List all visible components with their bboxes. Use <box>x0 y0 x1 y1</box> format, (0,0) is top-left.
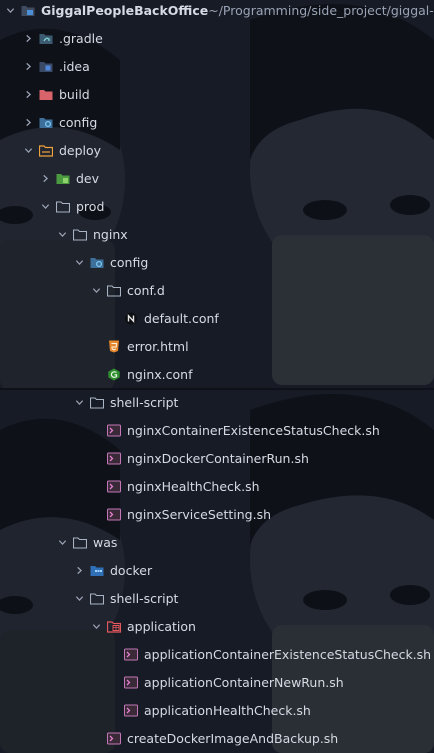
tree-item-label: applicationContainerNewRun.sh <box>144 674 344 690</box>
folder-icon <box>73 228 87 241</box>
tree-row[interactable]: docker <box>0 556 434 584</box>
tree-item-label: default.conf <box>144 310 219 326</box>
folder-icon <box>56 200 70 213</box>
chevron-right-icon[interactable] <box>40 172 50 184</box>
chevron-right-icon[interactable] <box>23 60 33 72</box>
shell-file-icon <box>124 676 138 689</box>
chevron-right-icon[interactable] <box>74 564 84 576</box>
html-file-icon <box>107 340 121 353</box>
tree-row[interactable]: build <box>0 80 434 108</box>
shell-file-icon <box>107 508 121 521</box>
tree-row[interactable]: applicationContainerExistenceStatusCheck… <box>0 640 434 668</box>
idea-folder-icon <box>39 60 53 73</box>
tree-item-label: .gradle <box>59 30 103 46</box>
tree-item-label: conf.d <box>127 282 165 298</box>
tree-row[interactable]: dev <box>0 164 434 192</box>
folder-icon <box>90 396 104 409</box>
chevron-down-icon[interactable] <box>57 536 67 548</box>
tree-item-label: nginxDockerContainerRun.sh <box>127 450 309 466</box>
tree-item-label: nginxHealthCheck.sh <box>127 478 260 494</box>
tree-row-project-root[interactable]: GiggalPeopleBackOffice ~/Programming/sid… <box>0 0 434 24</box>
tree-item-label: config <box>59 114 98 130</box>
tree-item-label: createDockerImageAndBackup.sh <box>127 730 339 746</box>
deploy-folder-icon <box>39 144 53 157</box>
nginx-conf-file-icon <box>107 368 121 381</box>
module-folder-icon <box>21 4 35 17</box>
tree-row[interactable]: createDockerImageAndBackup.sh <box>0 724 434 752</box>
tree-item-label: build <box>59 86 90 102</box>
tree-item-label: nginx.conf <box>127 366 193 382</box>
chevron-down-icon[interactable] <box>23 144 33 156</box>
docker-folder-icon <box>90 564 104 577</box>
tree-item-label: deploy <box>59 142 102 158</box>
shell-file-icon <box>107 732 121 745</box>
tree-item-label: was <box>93 534 118 550</box>
chevron-down-icon[interactable] <box>57 228 67 240</box>
tree-item-label: nginxServiceSetting.sh <box>127 506 272 522</box>
project-path: ~/Programming/side_project/giggal-pe <box>208 2 434 18</box>
tree-item-label: .idea <box>59 58 90 74</box>
dev-folder-icon <box>56 172 70 185</box>
tree-item-label: application <box>127 618 196 634</box>
build-folder-icon <box>39 88 53 101</box>
tree-row[interactable]: nginxHealthCheck.sh <box>0 472 434 500</box>
shell-file-icon <box>107 424 121 437</box>
shell-file-icon <box>124 648 138 661</box>
tree-row[interactable]: shell-script <box>0 584 434 612</box>
tree-item-label: applicationHealthCheck.sh <box>144 702 311 718</box>
tree-row[interactable]: was <box>0 528 434 556</box>
folder-icon <box>107 284 121 297</box>
chevron-right-icon[interactable] <box>23 88 33 100</box>
tree-row[interactable]: nginxContainerExistenceStatusCheck.sh <box>0 416 434 444</box>
tree-item-label: shell-script <box>110 590 179 606</box>
tree-row[interactable]: shell-script <box>0 388 434 416</box>
shell-file-icon <box>124 704 138 717</box>
tree-item-label: shell-script <box>110 394 179 410</box>
tree-row[interactable]: default.conf <box>0 304 434 332</box>
tree-item-label: config <box>110 254 149 270</box>
tree-item-label: error.html <box>127 338 189 354</box>
tree-row[interactable]: config <box>0 248 434 276</box>
shell-file-icon <box>107 452 121 465</box>
tree-row[interactable]: .idea <box>0 52 434 80</box>
gradle-folder-icon <box>39 32 53 45</box>
tree-row[interactable]: .gradle <box>0 24 434 52</box>
chevron-right-icon[interactable] <box>23 116 33 128</box>
config-folder-icon <box>39 116 53 129</box>
tree-row[interactable]: nginx.conf <box>0 360 434 388</box>
chevron-down-icon[interactable] <box>6 4 15 16</box>
chevron-right-icon[interactable] <box>23 32 33 44</box>
config-folder-icon <box>90 256 104 269</box>
folder-icon <box>90 592 104 605</box>
tree-item-label: dev <box>76 170 100 186</box>
tree-item-label: nginxContainerExistenceStatusCheck.sh <box>127 422 380 438</box>
tree-row[interactable]: nginx <box>0 220 434 248</box>
chevron-down-icon[interactable] <box>40 200 50 212</box>
folder-icon <box>73 536 87 549</box>
tree-row[interactable]: nginxDockerContainerRun.sh <box>0 444 434 472</box>
shell-file-icon <box>107 480 121 493</box>
chevron-down-icon[interactable] <box>74 256 84 268</box>
tree-row[interactable]: prod <box>0 192 434 220</box>
tree-row[interactable]: error.html <box>0 332 434 360</box>
tree-row[interactable]: application <box>0 612 434 640</box>
chevron-down-icon[interactable] <box>91 284 101 296</box>
tree-row[interactable]: applicationHealthCheck.sh <box>0 696 434 724</box>
tree-item-label: prod <box>76 198 105 214</box>
chevron-down-icon[interactable] <box>91 620 101 632</box>
chevron-down-icon[interactable] <box>74 396 84 408</box>
application-folder-icon <box>107 620 121 633</box>
tree-row[interactable]: config <box>0 108 434 136</box>
tree-item-label: nginx <box>93 226 128 242</box>
tree-item-label: docker <box>110 562 153 578</box>
tree-row[interactable]: conf.d <box>0 276 434 304</box>
tree-item-label: applicationContainerExistenceStatusCheck… <box>144 646 432 662</box>
tree-row[interactable]: deploy <box>0 136 434 164</box>
tree-row[interactable]: nginxServiceSetting.sh <box>0 500 434 528</box>
chevron-down-icon[interactable] <box>74 592 84 604</box>
project-name: GiggalPeopleBackOffice <box>41 2 209 18</box>
nginx-file-icon <box>124 312 138 325</box>
tree-row[interactable]: applicationContainerNewRun.sh <box>0 668 434 696</box>
